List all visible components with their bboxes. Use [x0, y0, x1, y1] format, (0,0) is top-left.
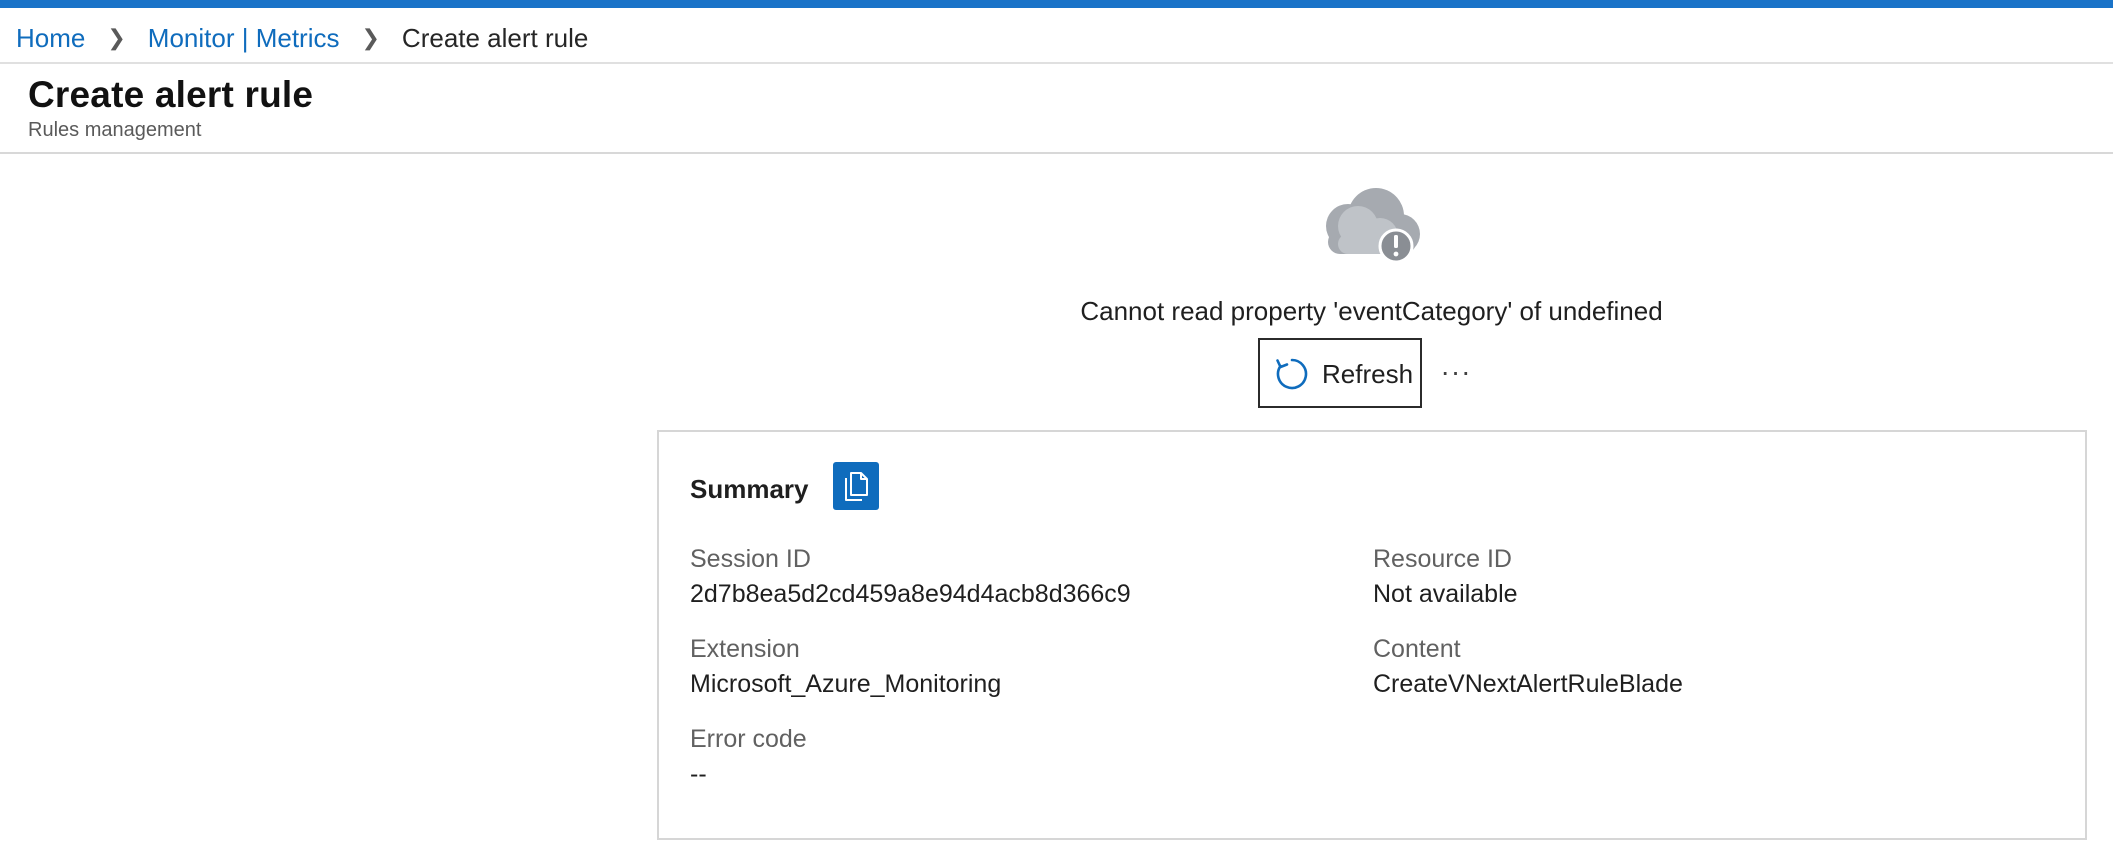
resource-id-label: Resource ID — [1373, 545, 1512, 573]
chevron-right-icon: ❯ — [107, 25, 126, 50]
refresh-label: Refresh — [1322, 359, 1414, 389]
session-id-label: Session ID — [690, 545, 811, 573]
summary-title: Summary — [690, 474, 809, 504]
more-options-button[interactable]: ··· — [1438, 352, 1474, 392]
top-accent-bar — [0, 0, 2113, 8]
summary-card: Summary Session ID 2d7b8ea5d2cd459a8e94d… — [657, 430, 2087, 840]
error-code-value: -- — [690, 760, 707, 788]
breadcrumb-current: Create alert rule — [401, 22, 589, 53]
refresh-button[interactable]: Refresh — [1258, 338, 1422, 408]
breadcrumb-monitor-metrics-link[interactable]: Monitor | Metrics — [148, 23, 340, 54]
header-divider — [0, 62, 2113, 64]
chevron-right-icon: ❯ — [361, 25, 380, 50]
page-title: Create alert rule — [28, 74, 314, 115]
copy-icon — [845, 472, 868, 501]
breadcrumb: Home ❯ Monitor | Metrics ❯ Create alert … — [16, 20, 588, 56]
extension-label: Extension — [690, 635, 800, 663]
error-code-label: Error code — [690, 725, 807, 753]
error-message: Cannot read property 'eventCategory' of … — [1080, 296, 1663, 326]
content-label: Content — [1373, 635, 1461, 663]
session-id-value: 2d7b8ea5d2cd459a8e94d4acb8d366c9 — [690, 580, 1131, 608]
cloud-error-icon — [1318, 182, 1426, 264]
page-subtitle: Rules management — [28, 119, 202, 141]
resource-id-value: Not available — [1373, 580, 1518, 608]
breadcrumb-home-link[interactable]: Home — [16, 23, 85, 54]
copy-summary-button[interactable] — [833, 462, 879, 510]
title-divider — [0, 152, 2113, 154]
refresh-icon — [1274, 356, 1310, 392]
content-value: CreateVNextAlertRuleBlade — [1373, 670, 1683, 698]
extension-value: Microsoft_Azure_Monitoring — [690, 670, 1002, 698]
